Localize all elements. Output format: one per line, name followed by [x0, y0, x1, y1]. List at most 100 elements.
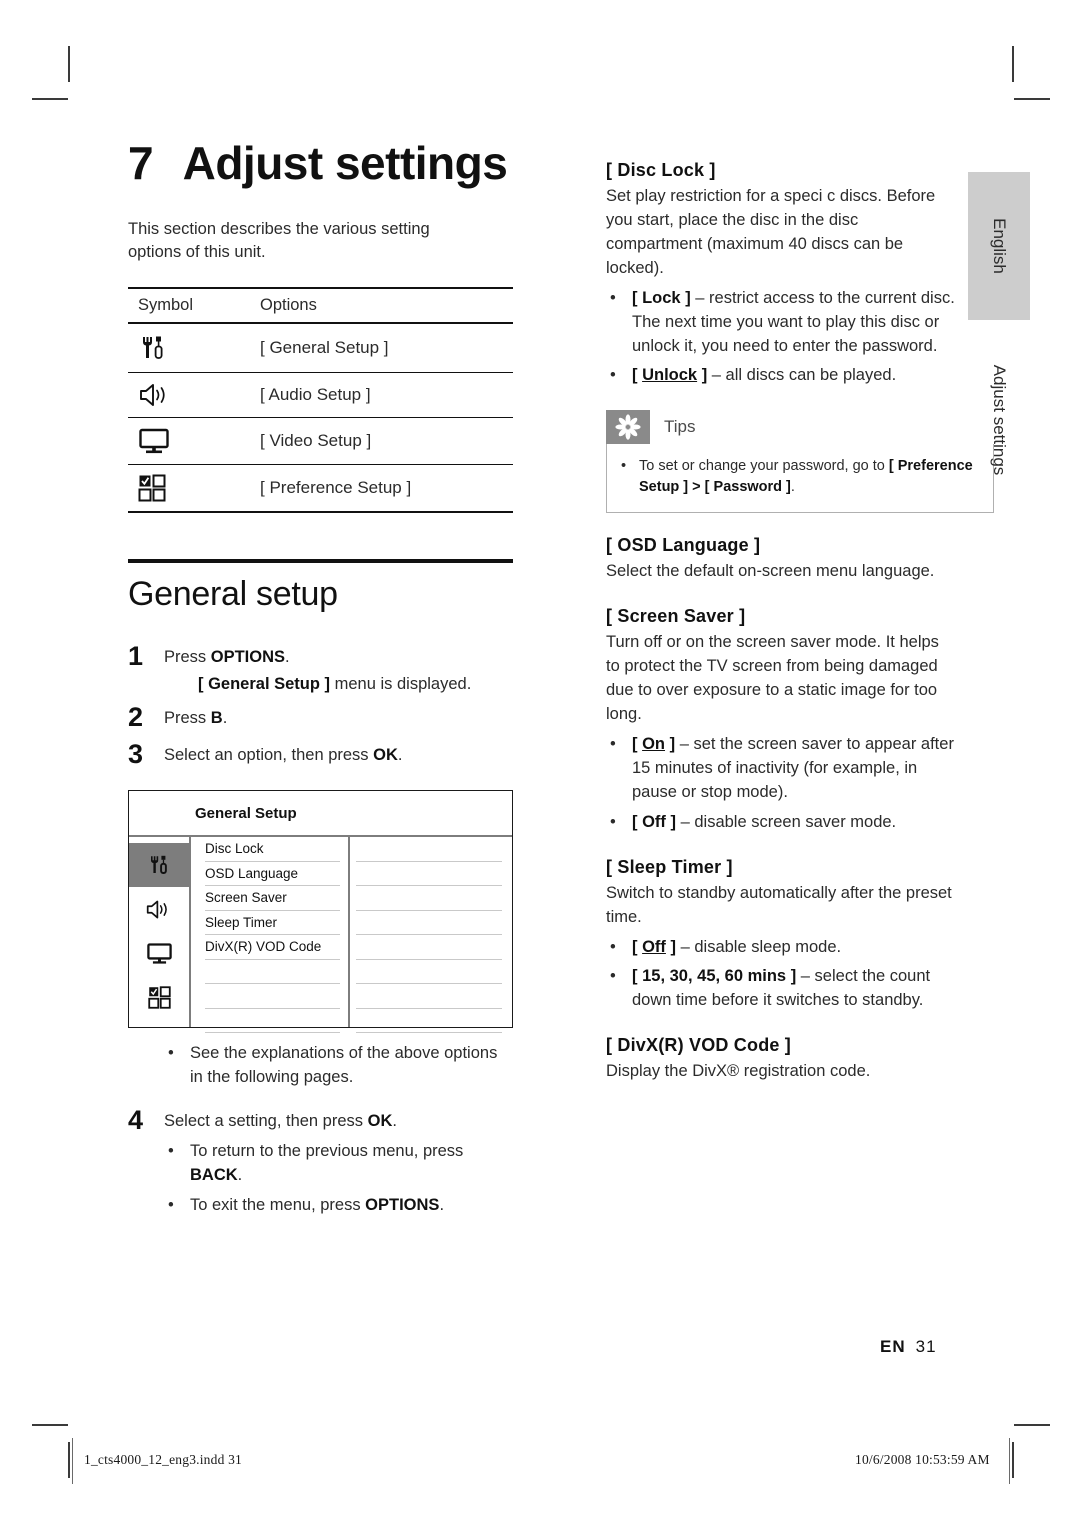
screen-saver-bullet-off: • [ Off ] – disable screen saver mode. [606, 811, 956, 835]
key-options: OPTIONS [210, 647, 286, 666]
step-text: Press OPTIONS. [ General Setup ] menu is… [164, 640, 513, 697]
setting-description-screen-saver: Turn off or on the screen saver mode. It… [606, 633, 939, 724]
osd-item-screen-saver[interactable]: Screen Saver [205, 886, 340, 911]
osd-item-divx-vod-code[interactable]: DivX(R) VOD Code [205, 935, 340, 960]
crop-mark-bottom-left-horizontal [32, 1424, 68, 1426]
osd-item-column: Disc Lock OSD Language Screen Saver Slee… [191, 837, 350, 1034]
manual-page: 7 Adjust settings This section describes… [0, 0, 1080, 1524]
tips-header: Tips [606, 410, 994, 445]
crop-mark-bottom-right-vertical [1012, 1442, 1014, 1478]
column-header-symbol: Symbol [128, 286, 250, 324]
bullet-text: [ On ] – set the screen saver to appear … [632, 733, 956, 805]
setting-heading-osd-language: [ OSD Language ] [606, 535, 761, 556]
osd-value-empty [356, 935, 502, 960]
osd-value-empty [356, 960, 502, 985]
osd-item-sleep-timer[interactable]: Sleep Timer [205, 911, 340, 936]
bracket-close: ] [697, 366, 708, 385]
table-header-row: Symbol Options [128, 286, 513, 324]
step-text-suffix: . [392, 1112, 397, 1131]
grid-check-icon [128, 464, 250, 513]
bracket-close: ] [665, 812, 677, 831]
osd-value-empty [356, 862, 502, 887]
step-text-prefix: Select an option, then press [164, 746, 374, 765]
step-2: 2 Press B. [128, 701, 513, 735]
key-back: BACK [190, 1165, 238, 1184]
step-3: 3 Select an option, then press OK. [128, 738, 513, 772]
osd-icon-video-setup[interactable] [129, 931, 189, 975]
bracket-open: [ [632, 812, 643, 831]
step-1-note-rest: menu is displayed. [330, 674, 472, 693]
osd-body: Disc Lock OSD Language Screen Saver Slee… [129, 837, 512, 1034]
option-label: [ General Setup ] [260, 337, 389, 357]
grid-check-icon-glyph [138, 474, 166, 502]
step-4-bullet-back: • To return to the previous menu, press … [164, 1140, 513, 1188]
osd-item-disc-lock[interactable]: Disc Lock [205, 837, 340, 862]
monitor-icon [128, 417, 250, 465]
osd-value-empty [356, 886, 502, 911]
bullet-text: To exit the menu, press OPTIONS. [190, 1194, 513, 1218]
speaker-icon [128, 372, 250, 418]
key-options: OPTIONS [365, 1195, 440, 1214]
osd-icon-preference-setup[interactable] [129, 975, 189, 1019]
bullet-text: See the explanations of the above option… [190, 1044, 498, 1087]
footer-rule-left [72, 1438, 73, 1484]
option-label: [ Video Setup ] [260, 430, 372, 450]
crop-mark-top-right-horizontal [1014, 98, 1050, 100]
crop-mark-top-right-vertical [1012, 46, 1014, 82]
osd-icon-audio-setup[interactable] [129, 887, 189, 931]
bullet-dot: • [168, 1044, 174, 1063]
osd-title: General Setup [129, 791, 512, 838]
osd-icon-general-setup[interactable] [129, 843, 189, 888]
bullet-text: To return to the previous menu, press BA… [190, 1140, 513, 1188]
step-text-suffix: . [397, 746, 403, 765]
bracket-close: ] [665, 937, 677, 956]
footer-file-name: 1_cts4000_12_eng3.indd 31 [84, 1452, 242, 1467]
step-text-suffix: . [222, 708, 228, 727]
option-label: [ Preference Setup ] [260, 477, 412, 497]
step-text-prefix: Select a setting, then press [164, 1112, 368, 1131]
menu-ref-general-setup: [ General Setup ] [198, 674, 331, 693]
osd-value-empty [356, 911, 502, 936]
sleep-timer-bullet-durations: • [ 15, 30, 45, 60 mins ] – select the c… [606, 965, 956, 1013]
bracket-open: [ [632, 937, 643, 956]
osd-item-osd-language[interactable]: OSD Language [205, 862, 340, 887]
monitor-icon [146, 943, 172, 964]
osd-value-empty [356, 837, 502, 862]
bullet-dot: • [610, 735, 616, 754]
option-term-unlock: Unlock [642, 366, 698, 385]
bullet-dot: • [168, 1141, 174, 1160]
bullet-text: [ 15, 30, 45, 60 mins ] – select the cou… [632, 965, 956, 1013]
bracket-open: [ [632, 967, 643, 986]
key-b: B [210, 708, 223, 727]
crop-mark-top-left-horizontal [32, 98, 68, 100]
right-column: [ Disc Lock ] Set play restriction for a… [606, 160, 994, 1084]
tips-callout: Tips • To set or change your password, g… [606, 410, 994, 514]
osd-value-empty [356, 984, 502, 1009]
side-tab-section-label: Adjust settings [990, 364, 1009, 476]
step-text: Select a setting, then press OK. • To re… [164, 1104, 513, 1218]
step-1-note: [ General Setup ] menu is displayed. [198, 673, 513, 697]
page-number-block: EN 31 [880, 1337, 937, 1357]
tips-label: Tips [664, 417, 696, 437]
symbol-options-table: Symbol Options [ General Setup] [Audio… [128, 286, 513, 513]
key-ok: OK [367, 1112, 393, 1131]
side-tab-section: Adjust settings [968, 330, 1030, 510]
setting-description-disc-lock: Set play restriction for a speci c discs… [606, 187, 936, 277]
chapter-heading: 7 Adjust settings [128, 140, 513, 186]
option-audio-setup: [ Audio Setup ] [250, 372, 513, 418]
speaker-icon [146, 900, 167, 919]
procedure-steps: 1 Press OPTIONS. [ General Setup ] menu … [128, 640, 513, 1218]
step-1: 1 Press OPTIONS. [ General Setup ] menu … [128, 640, 513, 697]
osd-item-empty [205, 960, 340, 985]
tools-icon [151, 855, 167, 875]
asterisk-icon [606, 410, 650, 445]
bracket-open: [ [632, 366, 643, 385]
side-tab-language: English [968, 172, 1030, 320]
option-label: [ Audio Setup ] [260, 384, 371, 404]
tools-icon [128, 322, 250, 373]
step-4-bullet-options: • To exit the menu, press OPTIONS. [164, 1194, 513, 1218]
disc-lock-bullet-unlock: • [ Unlock ] – all discs can be played. [606, 364, 956, 388]
table-row: [ Video Setup ] [128, 417, 513, 465]
monitor-icon-glyph [139, 428, 169, 453]
crop-mark-top-left-vertical [68, 46, 70, 82]
